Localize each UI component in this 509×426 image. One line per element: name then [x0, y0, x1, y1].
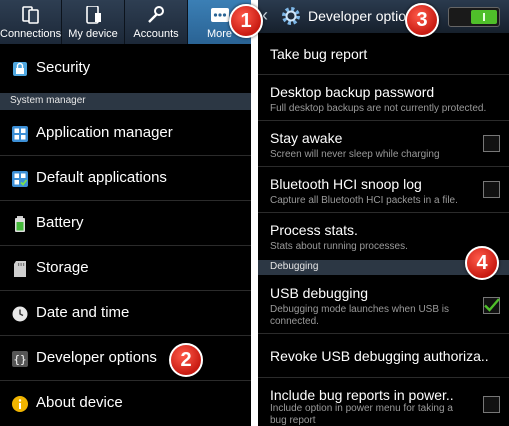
connections-icon [21, 6, 39, 24]
section-header-label: Debugging [270, 261, 319, 272]
my-device-icon [86, 6, 101, 24]
storage-icon [14, 261, 26, 277]
tab-connections[interactable]: Connections [0, 0, 62, 44]
option-subtitle: Include option in power menu for taking … [270, 403, 453, 426]
settings-item-date-and-time[interactable]: Date and time [0, 292, 251, 336]
developer-options-toggle[interactable] [448, 7, 500, 27]
option-subtitle: Full desktop backups are not currently p… [270, 103, 487, 114]
option-subtitle: Debugging mode launches when USB is conn… [270, 304, 449, 327]
battery-icon [15, 216, 25, 232]
include-bug-reports-checkbox[interactable] [483, 396, 500, 413]
settings-item-security[interactable]: Security [0, 47, 251, 93]
section-header-system-manager: System manager [0, 93, 251, 110]
tab-label: Accounts [133, 28, 179, 40]
settings-item-storage[interactable]: Storage [0, 247, 251, 291]
settings-tab-bar: Connections My device Accounts More [0, 0, 251, 44]
option-revoke-usb-debugging-authorizations[interactable]: Revoke USB debugging authoriza.. [258, 334, 509, 378]
usb-debugging-checkbox[interactable] [483, 297, 500, 314]
settings-item-developer-options[interactable]: {} Developer options [0, 337, 251, 381]
settings-item-application-manager[interactable]: Application manager [0, 112, 251, 156]
option-title: Include bug reports in power.. [270, 387, 454, 403]
option-include-bug-reports[interactable]: Include bug reports in power.. Include o… [258, 378, 509, 426]
step-marker-1: 1 [229, 4, 263, 38]
settings-item-label: Security [36, 59, 91, 76]
option-take-bug-report[interactable]: Take bug report [258, 33, 509, 75]
option-title: Revoke USB debugging authoriza.. [270, 348, 489, 364]
option-title: Take bug report [270, 46, 368, 62]
toggle-knob [471, 10, 497, 24]
option-title: Stay awake [270, 130, 343, 146]
settings-item-label: Default applications [36, 169, 167, 186]
tab-accounts[interactable]: Accounts [125, 0, 188, 44]
settings-item-label: About device [36, 394, 123, 411]
info-icon [12, 396, 28, 412]
option-subtitle: Capture all Bluetooth HCI packets in a f… [270, 195, 458, 206]
braces-icon: {} [12, 351, 28, 367]
more-icon [210, 8, 229, 22]
option-title: Desktop backup password [270, 84, 435, 100]
option-bluetooth-hci-snoop-log[interactable]: Bluetooth HCI snoop log Capture all Blue… [258, 167, 509, 213]
option-desktop-backup-password[interactable]: Desktop backup password Full desktop bac… [258, 75, 509, 121]
checkmark-icon [484, 298, 500, 312]
step-marker-3: 3 [405, 3, 439, 37]
settings-item-default-applications[interactable]: Default applications [0, 157, 251, 201]
option-subtitle: Stats about running processes. [270, 241, 408, 252]
settings-item-battery[interactable]: Battery [0, 202, 251, 246]
page-title: Developer options [308, 8, 421, 24]
tab-label: Connections [0, 28, 62, 40]
option-subtitle: Screen will never sleep while charging [270, 149, 440, 160]
settings-item-label: Date and time [36, 304, 130, 321]
option-usb-debugging[interactable]: USB debugging Debugging mode launches wh… [258, 275, 509, 334]
lock-icon [13, 62, 27, 76]
section-header-label: System manager [10, 95, 86, 106]
settings-item-label: Battery [36, 214, 84, 231]
settings-item-label: Application manager [36, 124, 173, 141]
step-marker-2: 2 [169, 343, 203, 377]
developer-options-header: ‹ Developer options [258, 0, 509, 33]
panel-divider [251, 0, 258, 426]
settings-item-about-device[interactable]: About device [0, 382, 251, 426]
settings-panel: Connections My device Accounts More Secu… [0, 0, 251, 426]
tab-my-device[interactable]: My device [62, 0, 125, 44]
tab-label: My device [68, 28, 118, 40]
settings-item-label: Storage [36, 259, 89, 276]
option-title: Process stats. [270, 222, 358, 238]
settings-item-label: Developer options [36, 349, 157, 366]
stay-awake-checkbox[interactable] [483, 135, 500, 152]
option-title: USB debugging [270, 285, 369, 301]
option-stay-awake[interactable]: Stay awake Screen will never sleep while… [258, 121, 509, 167]
clock-icon [12, 306, 28, 322]
step-marker-4: 4 [465, 246, 499, 280]
grid-icon [12, 126, 28, 142]
option-title: Bluetooth HCI snoop log [270, 176, 422, 192]
gear-icon [282, 7, 300, 25]
accounts-icon [148, 6, 164, 23]
developer-options-panel: ‹ Developer options Take bug report Desk… [258, 0, 509, 426]
default-apps-icon [12, 171, 28, 187]
bluetooth-hci-snoop-log-checkbox[interactable] [483, 181, 500, 198]
svg-text:{}: {} [13, 353, 26, 366]
